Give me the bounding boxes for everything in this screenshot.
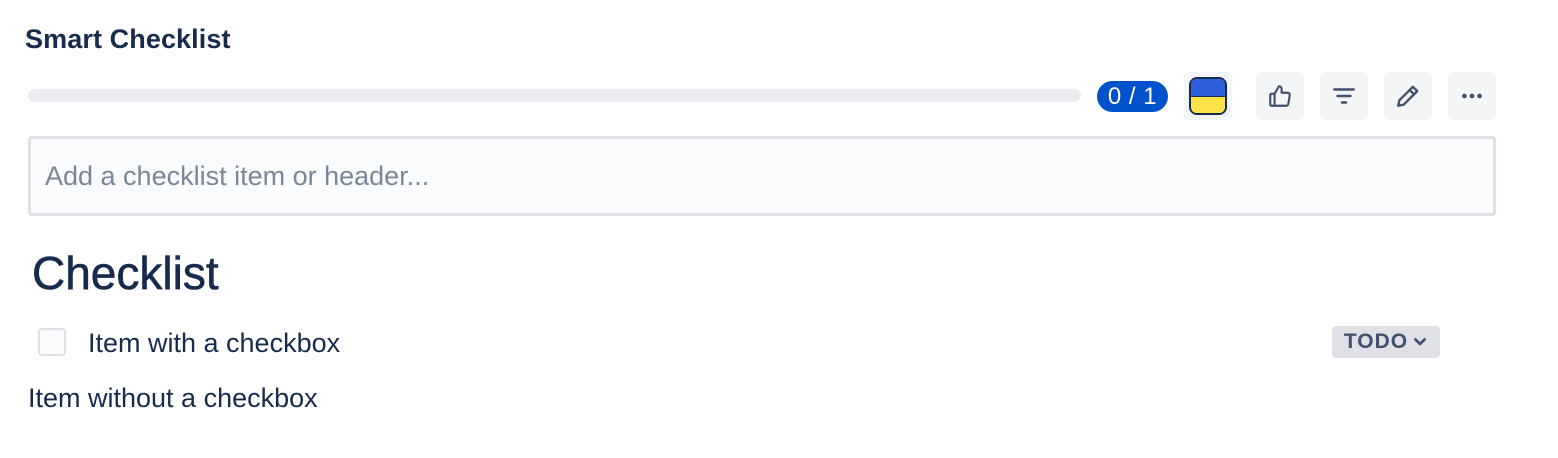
pencil-icon [1397, 85, 1419, 107]
more-button[interactable] [1448, 72, 1496, 120]
progress-bar [28, 89, 1081, 102]
ellipsis-icon [1462, 93, 1482, 99]
flag-theme-button[interactable] [1184, 72, 1232, 120]
smart-checklist-panel: Smart Checklist 0 / 1 Add a checklist it… [0, 0, 1558, 458]
thumbs-up-icon [1269, 85, 1291, 107]
progress-count-badge: 0 / 1 [1097, 81, 1168, 112]
ukraine-flag-icon [1189, 77, 1227, 115]
status-label: TODO [1343, 330, 1409, 353]
checklist-item-text[interactable]: Item without a checkbox [28, 382, 318, 414]
checklist-item-text[interactable]: Item with a checkbox [88, 327, 340, 359]
chevron-down-icon [1414, 338, 1427, 346]
section-header: Checklist [32, 247, 219, 300]
like-button[interactable] [1256, 72, 1304, 120]
panel-title: Smart Checklist [25, 24, 231, 54]
edit-button[interactable] [1384, 72, 1432, 120]
add-item-input[interactable] [28, 136, 1496, 216]
filter-button[interactable] [1320, 72, 1368, 120]
status-dropdown[interactable]: TODO [1332, 326, 1440, 358]
item-checkbox[interactable] [38, 328, 66, 356]
filter-icon [1333, 88, 1355, 104]
